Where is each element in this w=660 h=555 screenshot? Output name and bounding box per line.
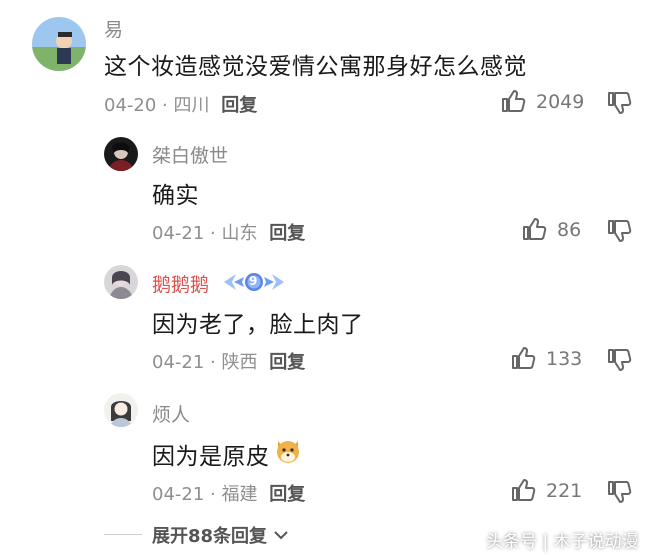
comment-meta: 04-21 · 福建 回复 [152, 480, 305, 506]
reply-button[interactable]: 回复 [269, 484, 305, 505]
level-badge: 9 [222, 269, 286, 295]
meta-separator: · [210, 223, 216, 244]
comment-location: 陕西 [221, 352, 258, 373]
comment-text: 因为老了，脸上肉了 [152, 312, 364, 338]
level-badge-text: 9 [249, 274, 258, 288]
comment-author[interactable]: 烦人 [152, 400, 190, 427]
comment-meta: 04-20 · 四川 回复 [104, 91, 257, 117]
comment-text: 这个妆造感觉没爱情公寓那身好怎么感觉 [104, 54, 527, 80]
comment-location: 四川 [173, 95, 210, 116]
meta-separator: · [162, 95, 168, 116]
chevron-down-icon [273, 529, 289, 541]
reply-button[interactable]: 回复 [269, 352, 305, 373]
reply-button[interactable]: 回复 [221, 95, 257, 116]
like-count: 2049 [536, 91, 585, 113]
comment-author[interactable]: 易 [104, 15, 123, 42]
expand-replies-label: 展开88条回复 [152, 526, 268, 547]
expand-divider [104, 534, 142, 535]
like-icon[interactable] [521, 216, 547, 242]
reply-button[interactable]: 回复 [269, 223, 305, 244]
dislike-icon[interactable] [606, 218, 632, 244]
like-icon[interactable] [500, 88, 526, 114]
meta-separator: · [210, 352, 216, 373]
watermark: 头条号 | 木子说动漫 [486, 532, 639, 552]
dislike-icon[interactable] [606, 90, 632, 116]
comment-author[interactable]: 桀白傲世 [152, 141, 228, 168]
comment-author[interactable]: 鹅鹅鹅 [152, 270, 209, 297]
meta-separator: · [210, 484, 216, 505]
comment-meta: 04-21 · 山东 回复 [152, 219, 305, 245]
like-count: 133 [546, 348, 583, 370]
avatar[interactable] [32, 17, 86, 71]
comment-date: 04-21 [152, 223, 205, 244]
comment-date: 04-20 [104, 95, 157, 116]
comment-text: 确实 [152, 183, 199, 209]
comment-text: 因为是原皮 [152, 444, 270, 470]
comment-meta: 04-21 · 陕西 回复 [152, 348, 305, 374]
comment-date: 04-21 [152, 484, 205, 505]
comment-date: 04-21 [152, 352, 205, 373]
avatar-image [32, 17, 86, 71]
dislike-icon[interactable] [606, 347, 632, 373]
like-count: 221 [546, 480, 583, 502]
shiba-emoji-icon [273, 435, 303, 465]
avatar[interactable] [104, 265, 138, 299]
avatar-image [104, 393, 138, 427]
comment-location: 山东 [221, 223, 258, 244]
like-icon[interactable] [510, 345, 536, 371]
expand-replies-button[interactable]: 展开88条回复 [152, 522, 289, 548]
comment-location: 福建 [221, 484, 258, 505]
avatar[interactable] [104, 137, 138, 171]
avatar[interactable] [104, 393, 138, 427]
like-icon[interactable] [510, 477, 536, 503]
like-count: 86 [557, 219, 582, 241]
avatar-image [104, 137, 138, 171]
avatar-image [104, 265, 138, 299]
dislike-icon[interactable] [606, 479, 632, 505]
